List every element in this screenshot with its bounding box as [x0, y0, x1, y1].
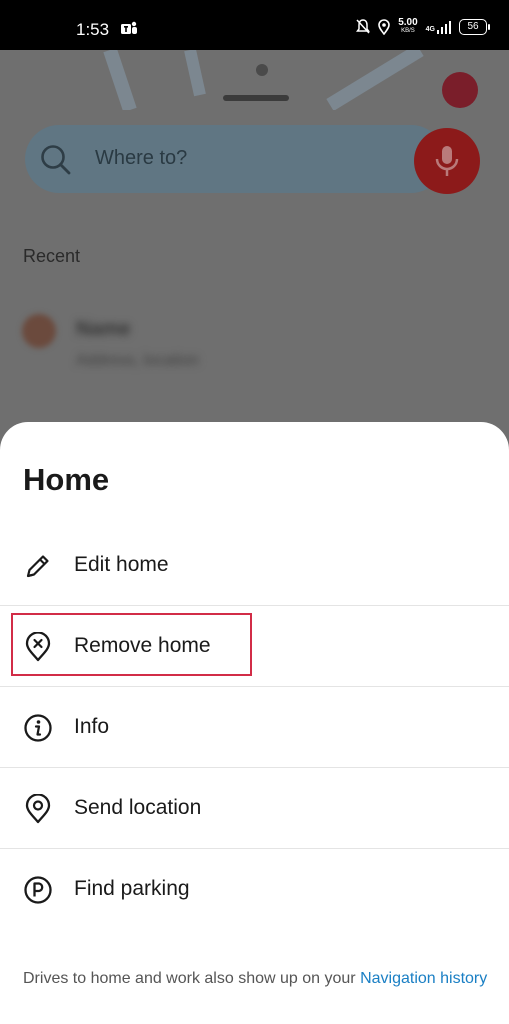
signal-icon: [437, 21, 451, 34]
send-location-option[interactable]: Send location: [0, 768, 509, 849]
remove-home-option[interactable]: Remove home: [0, 606, 509, 687]
home-options-menu: Edit home Remove home Info Send location…: [0, 525, 509, 929]
location-status-icon: [378, 19, 390, 35]
pencil-icon: [26, 555, 49, 578]
signal-group: 4G: [426, 20, 451, 34]
info-icon: [24, 714, 52, 742]
navigation-history-link[interactable]: Navigation history: [360, 970, 487, 987]
edit-home-label: Edit home: [74, 553, 169, 576]
location-pin-icon: [25, 794, 51, 824]
mute-bell-icon: [356, 19, 371, 34]
search-icon: [41, 145, 71, 175]
status-time: 1:53: [76, 20, 110, 39]
find-parking-option[interactable]: Find parking: [0, 849, 509, 929]
search-placeholder: Where to?: [95, 147, 188, 169]
footer-note: Drives to home and work also show up on …: [23, 969, 493, 989]
info-option[interactable]: Info: [0, 687, 509, 768]
send-location-label: Send location: [74, 796, 202, 819]
recent-item-name: Name: [76, 318, 131, 340]
edit-home-option[interactable]: Edit home: [0, 525, 509, 606]
find-parking-label: Find parking: [74, 877, 190, 900]
network-type: 4G: [425, 26, 435, 33]
teams-icon: [121, 21, 137, 34]
remove-home-label: Remove home: [74, 634, 211, 657]
battery-indicator: 56: [459, 19, 490, 35]
footer-text: Drives to home and work also show up on …: [23, 970, 361, 987]
info-label: Info: [74, 715, 110, 738]
recent-item-address: Address, location: [76, 352, 199, 369]
network-speed: 5.00 KB/S: [398, 17, 418, 35]
microphone-icon: [435, 146, 459, 176]
search-bar[interactable]: Where to?: [25, 125, 445, 193]
sheet-title: Home: [23, 462, 110, 497]
map-fragment: [103, 50, 478, 110]
remove-pin-icon: [25, 632, 51, 662]
recent-heading: Recent: [23, 246, 81, 266]
parking-icon: [24, 876, 52, 904]
home-options-sheet: Home Edit home Remove home Info Send loc…: [0, 422, 509, 1024]
recent-item-avatar: [22, 314, 56, 348]
recent-item[interactable]: Name Address, location: [22, 312, 492, 382]
status-bar: 1:53 5.00 KB/S 4G 56: [0, 0, 509, 50]
voice-search-button[interactable]: [414, 128, 480, 194]
drag-handle[interactable]: [223, 95, 289, 101]
